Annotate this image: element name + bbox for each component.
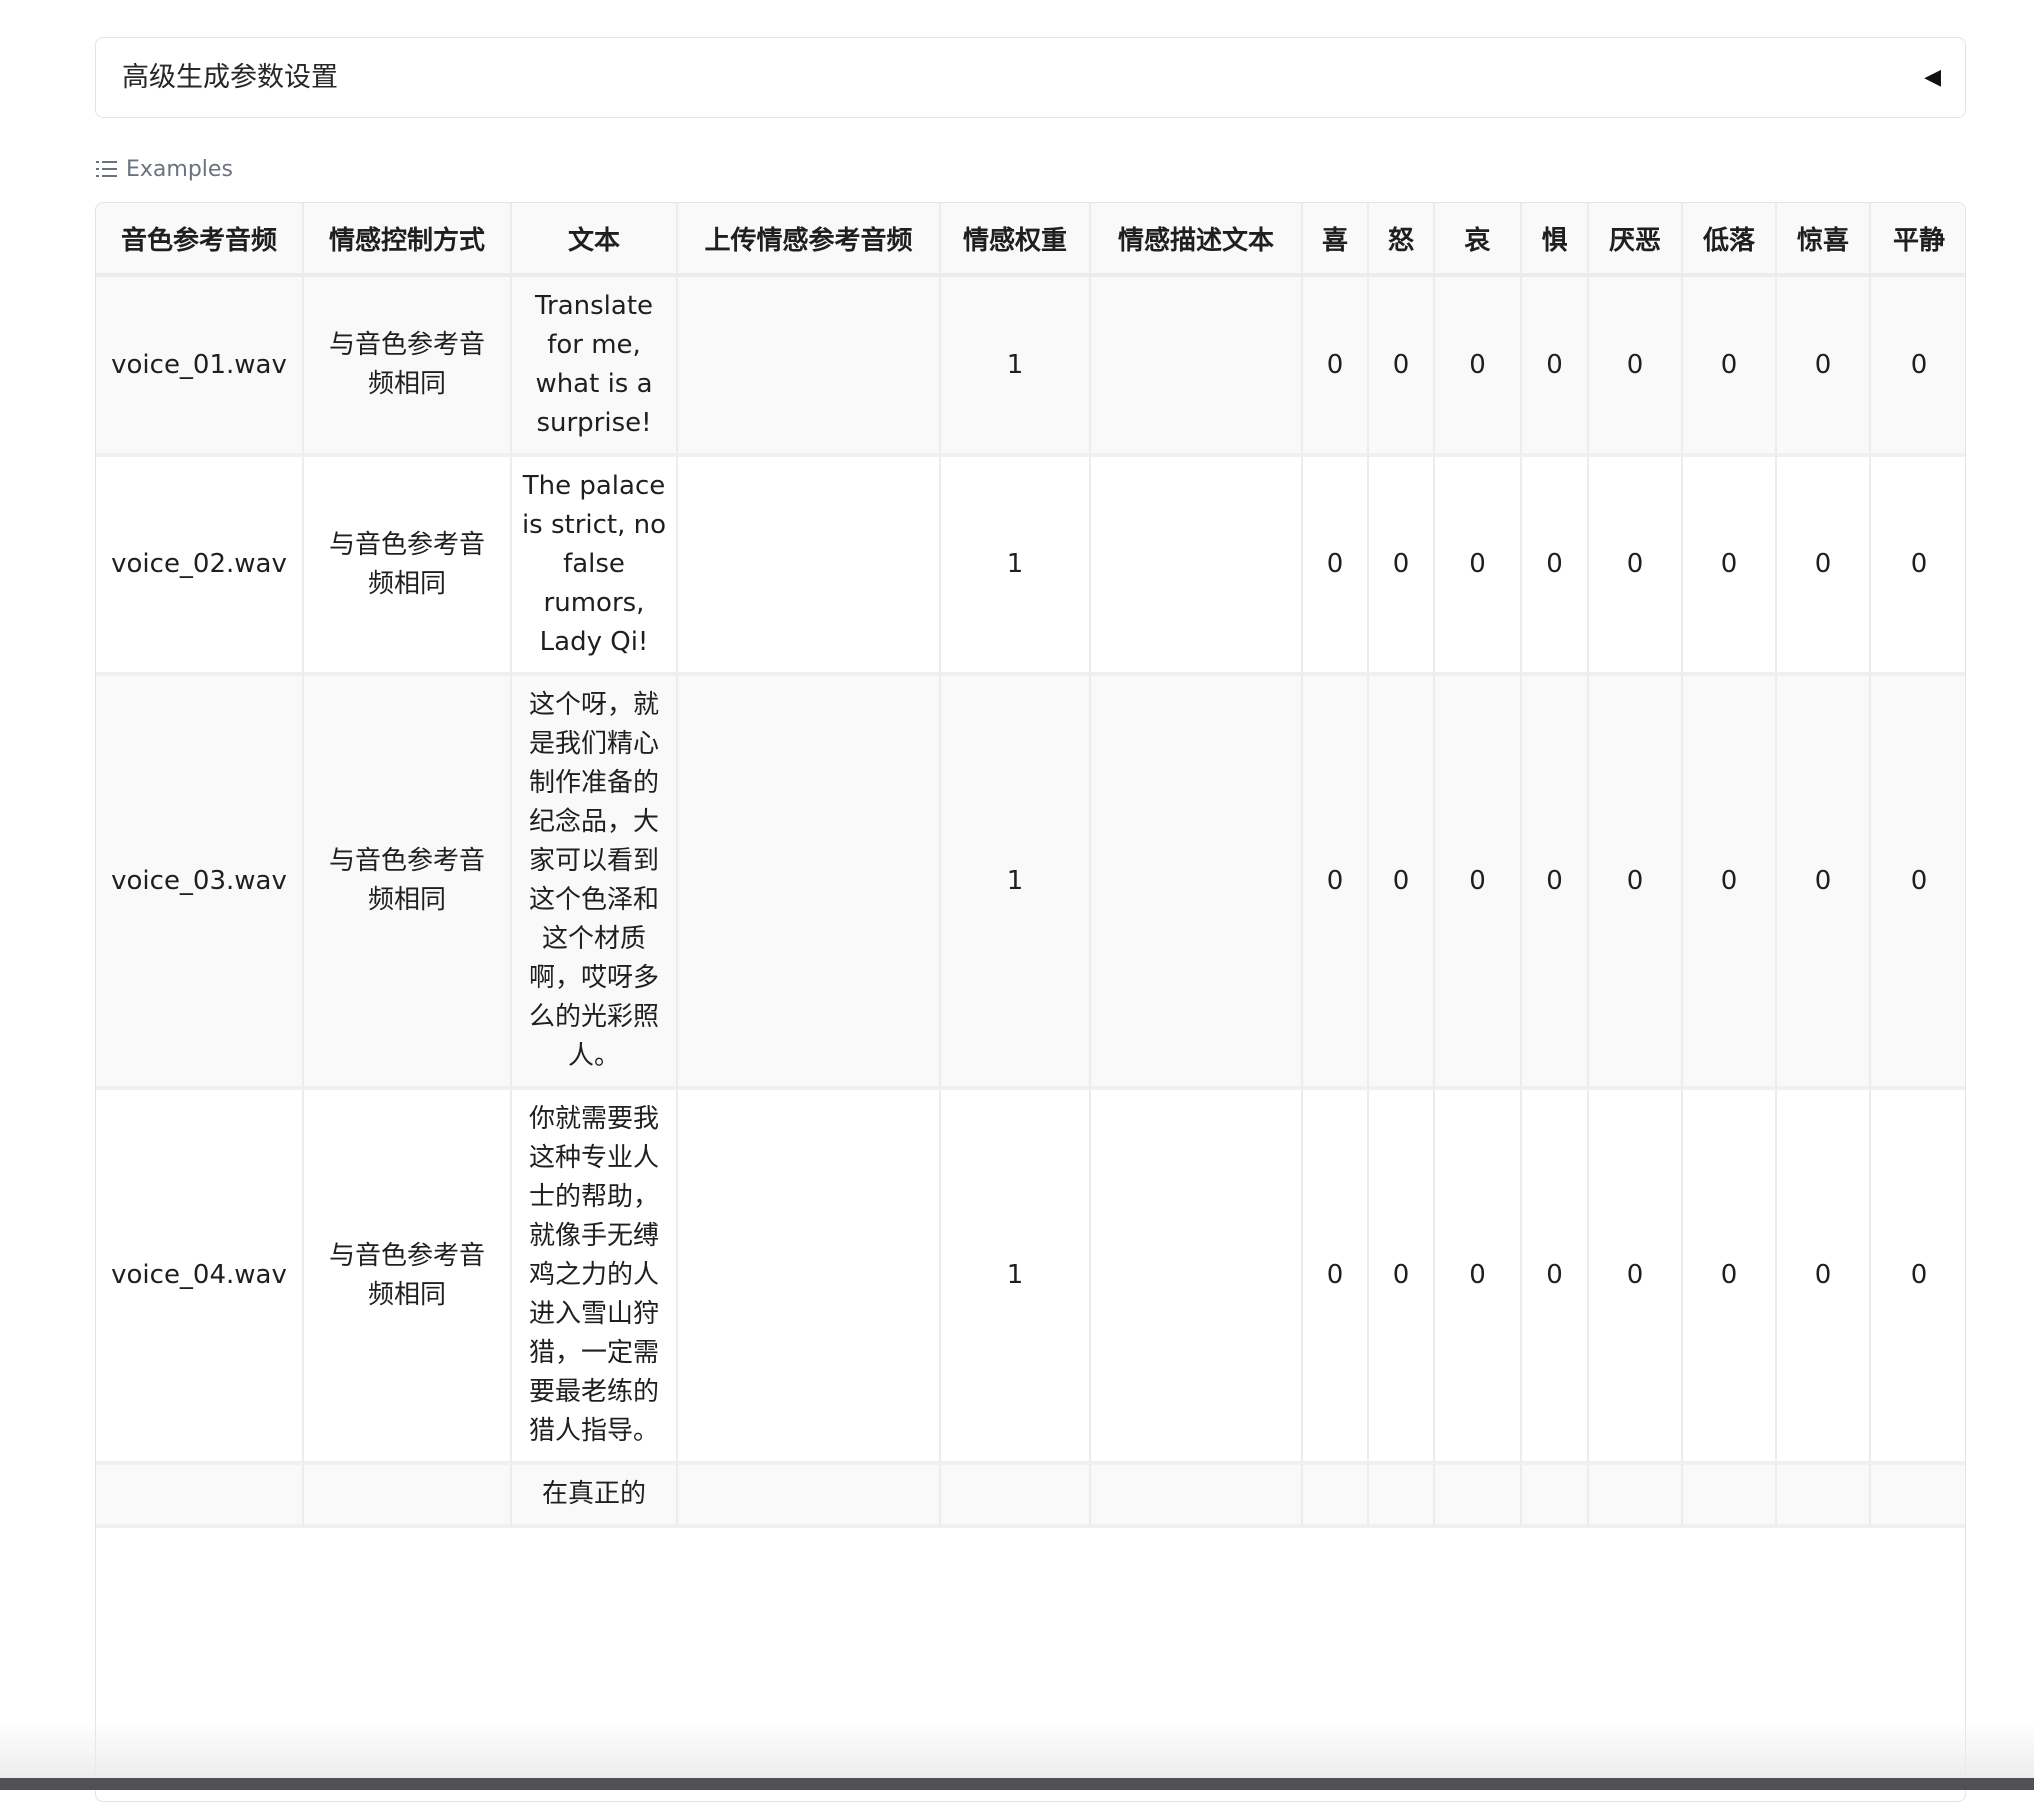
window-bottom-bar xyxy=(0,1778,2034,1790)
text-cell: 这个呀，就是我们精心制作准备的纪念品，大家可以看到这个色泽和这个材质啊，哎呀多么… xyxy=(512,676,678,1090)
emo-text-cell xyxy=(1091,457,1303,676)
emo-audio-cell xyxy=(678,1090,941,1465)
column-header[interactable]: 上传情感参考音频 xyxy=(678,203,941,277)
emotion-value-cell: 0 xyxy=(1369,1090,1435,1465)
emotion-value-cell: 0 xyxy=(1589,457,1683,676)
mode-cell: 与音色参考音频相同 xyxy=(304,277,512,457)
weight-cell: 1 xyxy=(941,457,1091,676)
audio-cell: voice_04.wav xyxy=(96,1090,304,1465)
emotion-value-cell: 0 xyxy=(1683,676,1777,1090)
column-header[interactable]: 情感控制方式 xyxy=(304,203,512,277)
audio-cell xyxy=(96,1465,304,1528)
examples-header: Examples xyxy=(96,154,233,184)
table-header-row: 音色参考音频 情感控制方式 文本 上传情感参考音频 情感权重 情感描述文本 喜 … xyxy=(96,203,1965,277)
emo-audio-cell xyxy=(678,277,941,457)
emotion-value-cell: 0 xyxy=(1777,676,1871,1090)
mode-cell: 与音色参考音频相同 xyxy=(304,676,512,1090)
emotion-value-cell: 0 xyxy=(1369,457,1435,676)
text-cell: 在真正的 xyxy=(512,1465,678,1528)
accordion-title: 高级生成参数设置 xyxy=(122,62,338,93)
weight-cell: 1 xyxy=(941,1090,1091,1465)
examples-table: 音色参考音频 情感控制方式 文本 上传情感参考音频 情感权重 情感描述文本 喜 … xyxy=(95,202,1966,1802)
text-cell: Translate for me, what is a surprise! xyxy=(512,277,678,457)
emotion-value-cell: 0 xyxy=(1435,457,1522,676)
audio-cell: voice_02.wav xyxy=(96,457,304,676)
column-header[interactable]: 情感描述文本 xyxy=(1091,203,1303,277)
column-header[interactable]: 哀 xyxy=(1435,203,1522,277)
emotion-value-cell: 0 xyxy=(1589,277,1683,457)
emo-audio-cell xyxy=(678,457,941,676)
emotion-value-cell: 0 xyxy=(1683,277,1777,457)
emo-audio-cell xyxy=(678,676,941,1090)
emotion-value-cell: 0 xyxy=(1522,1090,1589,1465)
collapse-triangle-icon[interactable]: ◀ xyxy=(1924,38,1941,117)
audio-cell: voice_01.wav xyxy=(96,277,304,457)
emotion-value-cell: 0 xyxy=(1369,676,1435,1090)
list-icon xyxy=(96,161,117,177)
example-row[interactable]: voice_01.wav 与音色参考音频相同 Translate for me,… xyxy=(96,277,1965,457)
emotion-value-cell: 0 xyxy=(1369,277,1435,457)
column-header[interactable]: 文本 xyxy=(512,203,678,277)
emotion-value-cell xyxy=(1369,1465,1435,1528)
text-cell: 你就需要我这种专业人士的帮助，就像手无缚鸡之力的人进入雪山狩猎，一定需要最老练的… xyxy=(512,1090,678,1465)
emotion-value-cell: 0 xyxy=(1522,457,1589,676)
emo-audio-cell xyxy=(678,1465,941,1528)
emotion-value-cell: 0 xyxy=(1522,277,1589,457)
emotion-value-cell: 0 xyxy=(1522,676,1589,1090)
example-row[interactable]: voice_03.wav 与音色参考音频相同 这个呀，就是我们精心制作准备的纪念… xyxy=(96,676,1965,1090)
mode-cell: 与音色参考音频相同 xyxy=(304,457,512,676)
text-cell: The palace is strict, no false rumors, L… xyxy=(512,457,678,676)
advanced-settings-accordion[interactable]: 高级生成参数设置 ◀ xyxy=(95,37,1966,118)
emotion-value-cell xyxy=(1522,1465,1589,1528)
column-header[interactable]: 情感权重 xyxy=(941,203,1091,277)
column-header[interactable]: 喜 xyxy=(1303,203,1369,277)
emotion-value-cell: 0 xyxy=(1871,457,1965,676)
example-row[interactable]: voice_02.wav 与音色参考音频相同 The palace is str… xyxy=(96,457,1965,676)
emotion-value-cell xyxy=(1871,1465,1965,1528)
column-header[interactable]: 低落 xyxy=(1683,203,1777,277)
example-row[interactable]: voice_04.wav 与音色参考音频相同 你就需要我这种专业人士的帮助，就像… xyxy=(96,1090,1965,1465)
mode-cell: 与音色参考音频相同 xyxy=(304,1090,512,1465)
emotion-value-cell xyxy=(1777,1465,1871,1528)
emotion-value-cell: 0 xyxy=(1871,277,1965,457)
column-header[interactable]: 音色参考音频 xyxy=(96,203,304,277)
emo-text-cell xyxy=(1091,676,1303,1090)
column-header[interactable]: 平静 xyxy=(1871,203,1965,277)
weight-cell: 1 xyxy=(941,676,1091,1090)
emo-text-cell xyxy=(1091,1090,1303,1465)
emotion-value-cell: 0 xyxy=(1303,1090,1369,1465)
column-header[interactable]: 怒 xyxy=(1369,203,1435,277)
emotion-value-cell: 0 xyxy=(1589,676,1683,1090)
column-header[interactable]: 厌恶 xyxy=(1589,203,1683,277)
audio-cell: voice_03.wav xyxy=(96,676,304,1090)
emotion-value-cell: 0 xyxy=(1435,1090,1522,1465)
emo-text-cell xyxy=(1091,277,1303,457)
emotion-value-cell: 0 xyxy=(1683,1090,1777,1465)
mode-cell xyxy=(304,1465,512,1528)
example-row[interactable]: 在真正的 xyxy=(96,1465,1965,1528)
column-header[interactable]: 惧 xyxy=(1522,203,1589,277)
emotion-value-cell xyxy=(1683,1465,1777,1528)
emotion-value-cell: 0 xyxy=(1435,676,1522,1090)
emotion-value-cell: 0 xyxy=(1777,457,1871,676)
emotion-value-cell: 0 xyxy=(1777,277,1871,457)
emotion-value-cell: 0 xyxy=(1683,457,1777,676)
emotion-value-cell: 0 xyxy=(1303,277,1369,457)
emotion-value-cell: 0 xyxy=(1777,1090,1871,1465)
emotion-value-cell: 0 xyxy=(1303,676,1369,1090)
emotion-value-cell: 0 xyxy=(1435,277,1522,457)
emotion-value-cell xyxy=(1435,1465,1522,1528)
emotion-value-cell: 0 xyxy=(1871,676,1965,1090)
scroll-fade-overlay xyxy=(0,1720,2034,1778)
emotion-value-cell: 0 xyxy=(1303,457,1369,676)
emo-text-cell xyxy=(1091,1465,1303,1528)
weight-cell: 1 xyxy=(941,277,1091,457)
emotion-value-cell xyxy=(1589,1465,1683,1528)
examples-label: Examples xyxy=(126,156,233,182)
emotion-value-cell: 0 xyxy=(1589,1090,1683,1465)
emotion-value-cell: 0 xyxy=(1871,1090,1965,1465)
emotion-value-cell xyxy=(1303,1465,1369,1528)
column-header[interactable]: 惊喜 xyxy=(1777,203,1871,277)
weight-cell xyxy=(941,1465,1091,1528)
